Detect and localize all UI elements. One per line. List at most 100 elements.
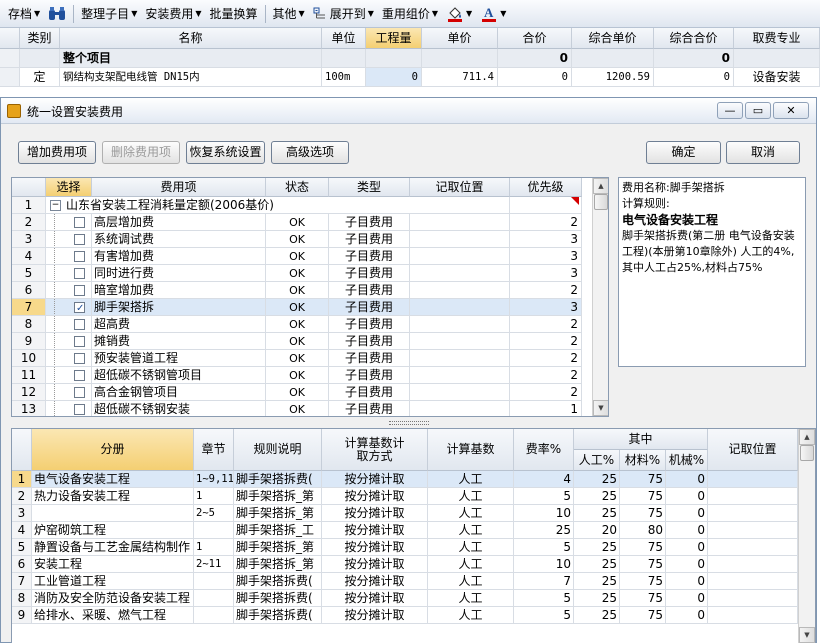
col-header-category[interactable]: 类别 [20,28,60,49]
rule-cell[interactable]: 脚手架搭拆_工 [234,522,322,539]
fee-item-checkbox[interactable] [74,217,85,228]
base-cell[interactable]: 人工 [428,522,514,539]
fee-item-priority[interactable]: 2 [510,316,582,333]
fee-item-name[interactable]: 超低碳不锈钢安装 [92,401,266,416]
rule-cell[interactable]: 脚手架搭拆费( [234,471,322,488]
fee-grid-scrollbar[interactable]: ▲ ▼ [592,178,608,416]
material-cell[interactable]: 80 [620,522,666,539]
collapse-icon[interactable]: − [50,200,61,211]
rule-cell[interactable]: 脚手架搭拆费( [234,607,322,624]
fee-item-position[interactable] [410,316,510,333]
material-cell[interactable]: 75 [620,539,666,556]
advanced-options-button[interactable]: 高级选项 [271,141,349,164]
col-header-position[interactable]: 记取位置 [708,429,798,471]
fee-item-type[interactable]: 子目费用 [329,350,410,367]
labor-cell[interactable]: 25 [574,573,620,590]
division-cell[interactable]: 工业管道工程 [32,573,194,590]
fill-color-button[interactable]: ▼ [442,3,476,25]
group-row[interactable]: − 山东省安装工程消耗量定额(2006基价) [46,197,510,214]
splitter-handle[interactable] [389,421,429,425]
reuse-pricing-menu[interactable]: 重用组价 ▼ [378,3,442,25]
fee-item-priority[interactable]: 3 [510,265,582,282]
rate-cell[interactable]: 10 [514,505,574,522]
col-header-total[interactable]: 合价 [498,28,572,49]
save-menu[interactable]: 存档 ▼ [4,3,44,25]
position-cell[interactable] [708,590,798,607]
material-cell[interactable]: 75 [620,556,666,573]
fee-item-name[interactable]: 同时进行费 [92,265,266,282]
base-cell[interactable]: 人工 [428,488,514,505]
select-cell[interactable] [46,384,92,401]
fee-item-position[interactable] [410,248,510,265]
fee-item-type[interactable]: 子目费用 [329,265,410,282]
fee-item-position[interactable] [410,231,510,248]
base-cell[interactable]: 人工 [428,573,514,590]
install-fees-menu[interactable]: 安装费用 ▼ [141,3,205,25]
rate-cell[interactable]: 5 [514,488,574,505]
fee-item-type[interactable]: 子目费用 [329,367,410,384]
base-cell[interactable]: 人工 [428,607,514,624]
machine-cell[interactable]: 0 [666,505,708,522]
rate-cell[interactable]: 10 [514,556,574,573]
fee-item-name[interactable]: 高层增加费 [92,214,266,231]
cancel-button[interactable]: 取消 [726,141,800,164]
material-cell[interactable]: 75 [620,505,666,522]
labor-cell[interactable]: 25 [574,488,620,505]
base-cell[interactable]: 人工 [428,505,514,522]
method-cell[interactable]: 按分摊计取 [322,471,428,488]
method-cell[interactable]: 按分摊计取 [322,590,428,607]
chapter-cell[interactable]: 1~9,11 [194,471,234,488]
labor-cell[interactable]: 25 [574,607,620,624]
rate-grid-scrollbar[interactable]: ▲ ▼ [798,429,815,643]
scroll-thumb[interactable] [594,194,608,210]
labor-cell[interactable]: 25 [574,539,620,556]
rule-cell[interactable]: 脚手架搭拆费( [234,590,322,607]
col-header-composite-total[interactable]: 综合合价 [654,28,734,49]
base-cell[interactable]: 人工 [428,590,514,607]
fee-item-checkbox[interactable] [74,268,85,279]
fee-item-checkbox[interactable] [74,234,85,245]
select-cell[interactable] [46,214,92,231]
position-cell[interactable] [708,522,798,539]
method-cell[interactable]: 按分摊计取 [322,556,428,573]
col-header-composite-price[interactable]: 综合单价 [572,28,654,49]
ok-button[interactable]: 确定 [646,141,721,164]
fee-item-name[interactable]: 超高费 [92,316,266,333]
col-header-fee-item[interactable]: 费用项 [92,178,266,197]
restore-defaults-button[interactable]: 恢复系统设置 [186,141,265,164]
machine-cell[interactable]: 0 [666,471,708,488]
select-cell[interactable] [46,231,92,248]
method-cell[interactable]: 按分摊计取 [322,607,428,624]
rule-cell[interactable]: 脚手架搭拆_第 [234,539,322,556]
fee-item-position[interactable] [410,333,510,350]
chapter-cell[interactable] [194,522,234,539]
rule-cell[interactable]: 脚手架搭拆_第 [234,488,322,505]
position-cell[interactable] [708,471,798,488]
division-cell[interactable]: 热力设备安装工程 [32,488,194,505]
material-cell[interactable]: 75 [620,607,666,624]
method-cell[interactable]: 按分摊计取 [322,488,428,505]
batch-convert-button[interactable]: 批量换算 [206,3,262,25]
fee-item-priority[interactable]: 2 [510,350,582,367]
fee-item-priority[interactable]: 3 [510,299,582,316]
fee-item-priority[interactable]: 2 [510,282,582,299]
expand-to-menu[interactable]: 展开到 ▼ [309,3,378,25]
labor-cell[interactable]: 25 [574,556,620,573]
find-button[interactable] [44,3,70,25]
machine-cell[interactable]: 0 [666,488,708,505]
col-header-base[interactable]: 计算基数 [428,429,514,471]
labor-cell[interactable]: 25 [574,590,620,607]
fee-item-type[interactable]: 子目费用 [329,214,410,231]
fee-item-position[interactable] [410,384,510,401]
col-header-rule[interactable]: 规则说明 [234,429,322,471]
division-cell[interactable]: 电气设备安装工程 [32,471,194,488]
chapter-cell[interactable] [194,590,234,607]
position-cell[interactable] [708,573,798,590]
item-quantity[interactable]: 0 [366,68,422,87]
fee-item-position[interactable] [410,282,510,299]
fee-item-position[interactable] [410,401,510,416]
machine-cell[interactable]: 0 [666,556,708,573]
select-cell[interactable] [46,282,92,299]
col-header-division[interactable]: 分册 [32,429,194,471]
fee-item-position[interactable] [410,265,510,282]
